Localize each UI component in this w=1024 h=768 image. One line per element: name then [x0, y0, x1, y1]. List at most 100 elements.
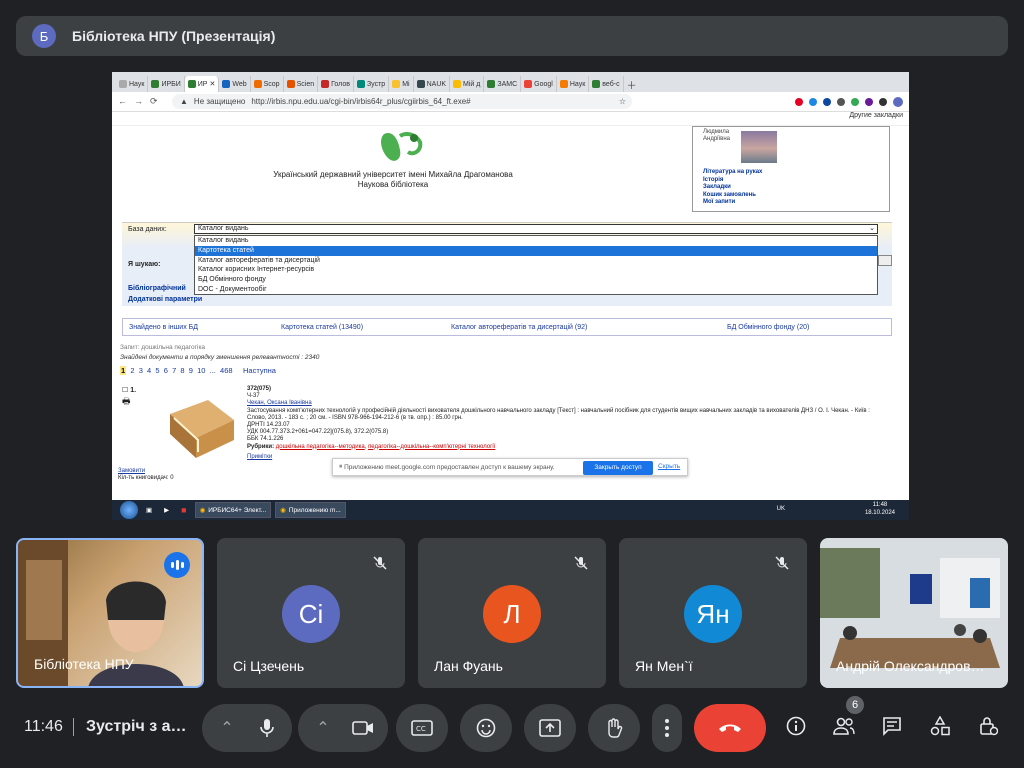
browser-tab[interactable]: Мій д	[450, 76, 485, 92]
link-books-on-hand[interactable]: Література на руках	[703, 169, 762, 177]
record-author[interactable]: Чекан, Оксана Іванівна	[247, 400, 887, 407]
taskbar-chrome-meet[interactable]: ◉ Приложению m...	[275, 502, 346, 518]
page-link[interactable]: 4	[147, 366, 151, 375]
extension-icon[interactable]	[865, 97, 873, 106]
extension-icon[interactable]	[837, 97, 845, 106]
next-page-link[interactable]: Наступна	[243, 366, 276, 375]
browser-tab[interactable]: Голов	[318, 76, 354, 92]
db-option[interactable]: DOC - Документообіг	[195, 285, 877, 295]
browser-tab[interactable]: Scien	[284, 76, 319, 92]
video-options-chevron-icon[interactable]: ⌃	[303, 718, 343, 738]
extension-icon[interactable]	[795, 97, 803, 106]
reload-icon[interactable]: ⟳	[150, 96, 158, 107]
page-link[interactable]: 10	[197, 366, 205, 375]
browser-tab[interactable]: ЗАМС	[484, 76, 522, 92]
database-select[interactable]: Каталог видань ⌄	[194, 224, 878, 234]
page-link[interactable]: 468	[220, 366, 233, 375]
captions-button[interactable]: CC	[396, 704, 448, 752]
leave-call-button[interactable]	[694, 704, 766, 752]
page-link[interactable]: 3	[139, 366, 143, 375]
search-button[interactable]	[878, 255, 892, 266]
page-ellipsis: ...	[209, 366, 216, 375]
db-option[interactable]: Каталог корисних Інтернет-ресурсів	[195, 265, 877, 275]
camera-button[interactable]	[343, 720, 383, 736]
participant-tile[interactable]: Л Лан Фуань	[418, 538, 606, 688]
browser-tab[interactable]: Web	[219, 76, 251, 92]
participant-tile-self[interactable]: Бібліотека НПУ	[16, 538, 204, 688]
db-option[interactable]: БД Обмінного фонду	[195, 275, 877, 285]
system-clock[interactable]: 11:48 18.10.2024	[865, 501, 895, 517]
stop-sharing-button[interactable]: Закрыть доступ	[583, 461, 653, 475]
participant-tile[interactable]: Сі Сі Цзечень	[217, 538, 405, 688]
start-button[interactable]	[120, 501, 138, 519]
language-indicator[interactable]: UK	[777, 506, 785, 512]
link-history[interactable]: Історія	[703, 177, 762, 185]
browser-tab[interactable]: Зустр	[354, 76, 390, 92]
activities-button[interactable]	[928, 714, 952, 738]
star-icon[interactable]: ☆	[619, 97, 632, 106]
record-select[interactable]: ☐ 1. 🖶	[122, 386, 136, 410]
link-bookmarks[interactable]: Закладки	[703, 184, 762, 192]
new-tab-button[interactable]: ＋	[624, 76, 640, 92]
rubric-link[interactable]: дошкільна педагогіка--методика	[276, 444, 365, 450]
browser-tab[interactable]: Наук	[557, 76, 590, 92]
other-bookmarks[interactable]: Другие закладки	[849, 112, 903, 119]
extension-icon[interactable]	[823, 97, 831, 106]
page-link[interactable]: 2	[130, 366, 134, 375]
biblio-search-link[interactable]: Бібліографічний	[128, 285, 186, 292]
rubric-link[interactable]: педагогіка--дошкільна--комп'ютерні техно…	[368, 444, 495, 450]
page-link-current[interactable]: 1	[120, 366, 127, 375]
print-icon[interactable]: 🖶	[122, 394, 136, 410]
browser-tab[interactable]: Mi	[389, 76, 414, 92]
order-link[interactable]: Замовити	[118, 468, 174, 475]
presentation-bar: Б Бібліотека НПУ (Презентація)	[16, 16, 1008, 56]
browser-tab[interactable]: Наук	[116, 76, 149, 92]
link-my-queries[interactable]: Мої запити	[703, 199, 762, 207]
taskbar-app[interactable]: ◼	[177, 502, 190, 518]
link-order-cart[interactable]: Кошик замовлень	[703, 192, 762, 200]
browser-tab[interactable]: Scop	[251, 76, 284, 92]
chat-button[interactable]	[880, 714, 904, 738]
found-link-articles[interactable]: Картотека статей (13490)	[281, 324, 363, 331]
db-option[interactable]: Каталог авторефератів та дисертацій	[195, 256, 877, 266]
found-link-exchange[interactable]: БД Обмінного фонду (20)	[727, 324, 809, 331]
raise-hand-button[interactable]	[588, 704, 640, 752]
extra-params-link[interactable]: Додаткові параметри	[128, 296, 202, 303]
browser-tab[interactable]: ИРБИ	[148, 76, 185, 92]
hide-notice-link[interactable]: Скрыть	[658, 463, 680, 470]
browser-tab[interactable]: NAUK	[414, 76, 451, 92]
db-option-highlighted[interactable]: Картотека статей	[195, 245, 877, 256]
page-link[interactable]: 8	[180, 366, 184, 375]
participant-tile[interactable]: Ян Ян Мен`ї	[619, 538, 807, 688]
profile-avatar[interactable]	[893, 96, 903, 107]
browser-tab[interactable]: Googl	[521, 76, 557, 92]
meeting-info-button[interactable]	[784, 714, 808, 738]
audio-options-chevron-icon[interactable]: ⌃	[207, 718, 247, 738]
extension-icon[interactable]	[851, 97, 859, 106]
page-link[interactable]: 9	[189, 366, 193, 375]
mic-off-icon	[369, 552, 391, 574]
taskbar-app[interactable]: ▶	[160, 502, 173, 518]
present-button[interactable]	[524, 704, 576, 752]
page-link[interactable]: 6	[164, 366, 168, 375]
browser-tab[interactable]: веб-с	[589, 76, 624, 92]
emoji-button[interactable]	[460, 704, 512, 752]
browser-tab-active[interactable]: ИР ✕	[184, 76, 220, 92]
extension-icon[interactable]	[809, 97, 817, 106]
mic-button[interactable]	[247, 718, 287, 738]
people-button[interactable]	[832, 714, 856, 738]
university-title: Український державний університет імені …	[273, 170, 513, 189]
url-field[interactable]: ▲ Не защищено http://irbis.npu.edu.ua/cg…	[172, 94, 632, 109]
puzzle-icon[interactable]	[879, 97, 887, 106]
db-option[interactable]: Каталог видань	[195, 236, 877, 246]
back-icon[interactable]: ←	[118, 96, 127, 107]
more-options-button[interactable]	[652, 704, 682, 752]
page-link[interactable]: 7	[172, 366, 176, 375]
participant-tile[interactable]: Андрій Олександров…	[820, 538, 1008, 688]
host-controls-button[interactable]	[976, 714, 1000, 738]
page-link[interactable]: 5	[155, 366, 159, 375]
forward-icon[interactable]: →	[134, 96, 143, 107]
found-link-dissertations[interactable]: Каталог авторефератів та дисертацій (92)	[451, 324, 587, 331]
taskbar-app[interactable]: ▣	[142, 502, 156, 518]
taskbar-chrome-irbis[interactable]: ◉ ИРБИС64+ Элект...	[194, 502, 272, 518]
